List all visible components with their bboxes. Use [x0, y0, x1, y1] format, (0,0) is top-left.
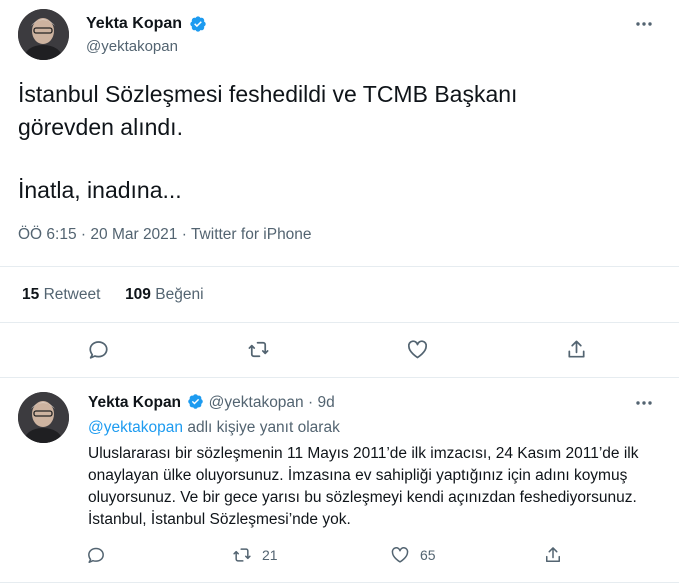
tweet-stats: 15 Retweet 109 Beğeni — [22, 285, 204, 305]
separator: · — [307, 394, 314, 411]
reply-retweet-button[interactable]: 21 — [232, 545, 278, 565]
like-icon[interactable] — [404, 336, 430, 362]
reply-author-avatar[interactable] — [18, 392, 69, 443]
like-stat[interactable]: 109 Beğeni — [125, 286, 203, 303]
reply-text: Uluslararası bir sözleşmenin 11 Mayıs 20… — [88, 445, 639, 528]
reply-header: Yekta Kopan @yektakopan · 9d — [88, 393, 335, 413]
reply-icon[interactable] — [85, 336, 111, 362]
retweet-count: 15 — [22, 286, 40, 303]
reply-reply-button[interactable] — [86, 545, 106, 565]
separator: · — [80, 226, 87, 243]
replying-to-handle[interactable]: @yektakopan — [88, 419, 183, 436]
replying-to: @yektakopan adlı kişiye yanıt olarak — [88, 418, 340, 438]
reply-retweet-count: 21 — [262, 547, 278, 563]
tweet-text-line: görevden alındı. — [18, 114, 183, 140]
divider — [0, 377, 679, 378]
tweet-source[interactable]: Twitter for iPhone — [191, 226, 312, 243]
reply-like-button[interactable]: 65 — [390, 545, 436, 565]
tweet-text-line: İnatla, inadına... — [18, 177, 182, 203]
reply-like-count: 65 — [420, 547, 436, 563]
divider — [0, 582, 679, 583]
like-count: 109 — [125, 286, 151, 303]
author-handle[interactable]: @yektakopan — [86, 37, 178, 57]
tweet-time[interactable]: ÖÖ 6:15 — [18, 226, 77, 243]
share-icon[interactable] — [563, 336, 589, 362]
reply-age[interactable]: 9d — [317, 394, 334, 411]
divider — [0, 322, 679, 323]
reply-more-options-icon[interactable] — [634, 393, 654, 413]
retweet-icon[interactable] — [245, 336, 271, 362]
tweet-text: İstanbul Sözleşmesi feshedildi ve TCMB B… — [18, 78, 658, 207]
verified-badge-icon — [188, 394, 204, 409]
share-icon — [546, 547, 560, 562]
retweet-label: Retweet — [43, 286, 101, 303]
retweet-icon — [233, 548, 251, 562]
more-options-icon[interactable] — [634, 14, 654, 34]
reply-share-button[interactable] — [543, 545, 563, 565]
tweet-text-line: İstanbul Sözleşmesi feshedildi ve TCMB B… — [18, 81, 518, 107]
like-icon — [391, 547, 409, 563]
tweet-meta: ÖÖ 6:15 · 20 Mar 2021 · Twitter for iPho… — [18, 225, 312, 245]
reply-author-handle[interactable]: @yektakopan — [209, 394, 304, 411]
tweet-date[interactable]: 20 Mar 2021 — [90, 226, 177, 243]
author-avatar[interactable] — [18, 9, 69, 60]
author-name[interactable]: Yekta Kopan — [86, 14, 182, 34]
verified-badge-icon — [190, 16, 206, 32]
separator: · — [181, 226, 187, 243]
divider — [0, 266, 679, 267]
reply-icon — [88, 547, 104, 563]
like-label: Beğeni — [155, 286, 204, 303]
retweet-stat[interactable]: 15 Retweet — [22, 286, 105, 303]
replying-to-suffix: adlı kişiye yanıt olarak — [187, 419, 340, 436]
reply-author-name[interactable]: Yekta Kopan — [88, 394, 181, 411]
